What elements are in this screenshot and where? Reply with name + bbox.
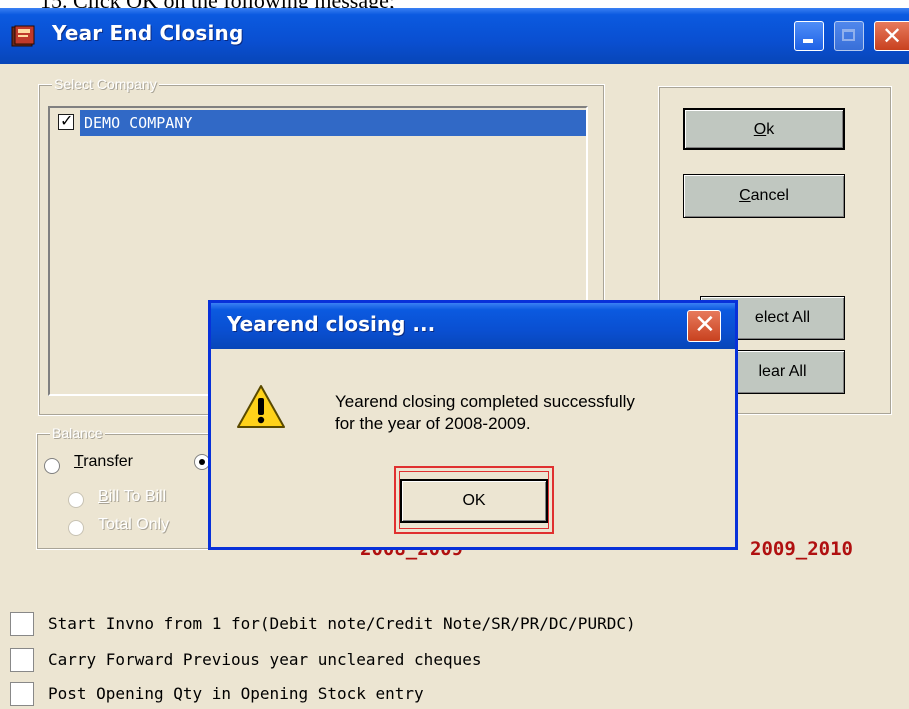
checkmark-icon: ✓: [60, 111, 74, 130]
dialog-title: Yearend closing ...: [227, 312, 436, 336]
post-opening-qty-label[interactable]: Post Opening Qty in Opening Stock entry: [48, 684, 424, 703]
transfer-radio[interactable]: [44, 458, 60, 474]
dialog-message: Yearend closing completed successfully f…: [335, 391, 635, 435]
transfer-label[interactable]: Transfer: [74, 453, 133, 471]
dialog-title-bar[interactable]: Yearend closing ... ✕: [211, 303, 735, 349]
close-icon: ✕: [694, 310, 716, 340]
warning-icon: [237, 385, 285, 428]
minimize-icon: [803, 39, 813, 43]
bill-to-bill-label: Bill To Bill: [98, 488, 167, 505]
start-invno-checkbox[interactable]: [10, 612, 34, 636]
cancel-button[interactable]: Cancel: [683, 174, 845, 218]
maximize-icon: [842, 29, 855, 41]
close-button[interactable]: ✕: [874, 21, 909, 51]
ok-button[interactable]: Ok: [683, 108, 845, 150]
carry-forward-cheques-checkbox[interactable]: [10, 648, 34, 672]
start-invno-label[interactable]: Start Invno from 1 for(Debit note/Credit…: [48, 614, 636, 633]
balance-legend: Balance: [50, 425, 105, 441]
window-title: Year End Closing: [52, 21, 244, 45]
dialog-message-line2: for the year of 2008-2009.: [335, 414, 531, 433]
total-only-radio: [68, 520, 84, 536]
yearend-closing-dialog: Yearend closing ... ✕ Yearend closing co…: [208, 300, 738, 550]
window-title-bar[interactable]: Year End Closing ✕: [0, 8, 909, 64]
carry-forward-cheques-label[interactable]: Carry Forward Previous year uncleared ch…: [48, 650, 481, 669]
post-opening-qty-checkbox[interactable]: [10, 682, 34, 706]
company-checkbox[interactable]: ✓: [58, 111, 74, 130]
to-year-label: 2009_2010: [750, 538, 853, 560]
dialog-ok-button[interactable]: OK: [400, 479, 548, 523]
list-item[interactable]: DEMO COMPANY: [80, 110, 586, 136]
app-book-icon: [11, 25, 35, 47]
dialog-message-line1: Yearend closing completed successfully: [335, 392, 635, 411]
year-end-closing-window: Year End Closing ✕ Select Company ✓ DEMO…: [0, 8, 909, 709]
total-only-label: Total Only: [98, 516, 170, 533]
select-company-legend: Select Company: [52, 76, 159, 92]
minimize-button[interactable]: [794, 21, 824, 51]
close-icon: ✕: [882, 22, 903, 50]
maximize-button[interactable]: [834, 21, 864, 51]
bill-to-bill-radio: [68, 492, 84, 508]
dialog-close-button[interactable]: ✕: [687, 310, 721, 342]
